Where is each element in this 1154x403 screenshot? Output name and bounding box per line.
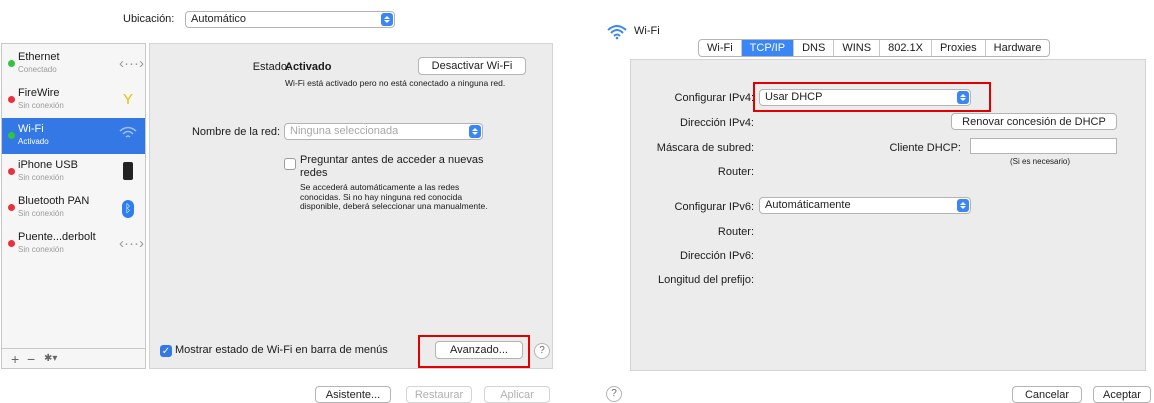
service-item-ethernet[interactable]: Ethernet Conectado ‹···› xyxy=(2,46,145,82)
show-status-label: Mostrar estado de Wi-Fi en barra de menú… xyxy=(175,344,388,356)
highlight-box-advanced xyxy=(418,335,530,368)
configure-ipv6-select[interactable]: Automáticamente xyxy=(759,197,971,214)
service-name: Bluetooth PAN xyxy=(18,195,90,207)
service-status: Sin conexión xyxy=(18,173,64,182)
popup-arrows-icon xyxy=(381,13,393,26)
service-status: Sin conexión xyxy=(18,245,64,254)
service-item-firewire[interactable]: FireWire Sin conexión Y xyxy=(2,82,145,118)
firewire-icon: Y xyxy=(122,91,133,108)
service-list-toolbar: + − ✱▾ xyxy=(1,348,146,369)
iphone-icon xyxy=(119,162,137,182)
dhcp-client-field[interactable] xyxy=(970,138,1117,154)
subnet-mask-label: Máscara de subred: xyxy=(656,142,754,154)
show-status-checkbox[interactable]: ✓ xyxy=(160,345,172,357)
service-name: Wi-Fi xyxy=(18,123,44,135)
status-dot xyxy=(8,60,15,67)
assistant-button[interactable]: Asistente... xyxy=(315,386,391,403)
ask-join-label: Preguntar antes de acceder a nuevas rede… xyxy=(300,154,484,179)
configure-ipv4-label: Configurar IPv4: xyxy=(674,92,754,104)
popup-arrows-icon xyxy=(957,199,969,212)
configure-ipv6-label: Configurar IPv6: xyxy=(674,201,754,213)
service-status: Sin conexión xyxy=(18,101,64,110)
router-label: Router: xyxy=(717,166,754,178)
prefix-length-label: Longitud del prefijo: xyxy=(657,274,754,286)
ipv6-address-label: Dirección IPv6: xyxy=(680,250,754,262)
tab-dns[interactable]: DNS xyxy=(794,40,835,56)
apply-button[interactable]: Aplicar xyxy=(484,386,550,403)
configure-ipv6-value: Automáticamente xyxy=(765,199,851,211)
status-description: Wi-Fi está activado pero no está conecta… xyxy=(285,78,506,88)
tab-hardware[interactable]: Hardware xyxy=(986,40,1050,56)
status-dot xyxy=(8,240,15,247)
tab-8021x[interactable]: 802.1X xyxy=(880,40,932,56)
tab-proxies[interactable]: Proxies xyxy=(932,40,986,56)
status-value: Activado xyxy=(285,61,332,73)
tab-bar: Wi-Fi TCP/IP DNS WINS 802.1X Proxies Har… xyxy=(698,39,1051,57)
location-label: Ubicación: xyxy=(123,13,175,25)
service-list: Ethernet Conectado ‹···› FireWire Sin co… xyxy=(1,43,146,369)
service-item-thunderbolt-bridge[interactable]: Puente...derbolt Sin conexión ‹···› xyxy=(2,226,145,262)
renew-dhcp-button[interactable]: Renovar concesión de DHCP xyxy=(951,113,1117,130)
status-dot xyxy=(8,132,15,139)
gear-menu-button[interactable]: ✱▾ xyxy=(44,351,57,367)
service-item-iphone-usb[interactable]: iPhone USB Sin conexión xyxy=(2,154,145,190)
ethernet-arrows-icon: ‹···› xyxy=(119,55,144,72)
add-service-button[interactable]: + xyxy=(11,351,19,367)
network-name-label: Nombre de la red: xyxy=(191,126,280,138)
tab-tcpip[interactable]: TCP/IP xyxy=(741,40,795,56)
status-dot xyxy=(8,204,15,211)
location-select[interactable]: Automático xyxy=(185,11,395,28)
status-dot xyxy=(8,96,15,103)
dhcp-client-label: Cliente DHCP: xyxy=(889,142,961,154)
service-item-wifi[interactable]: Wi-Fi Activado xyxy=(2,118,145,154)
wifi-icon xyxy=(607,24,627,43)
service-status: Sin conexión xyxy=(18,209,64,218)
revert-button[interactable]: Restaurar xyxy=(406,386,472,403)
help-button[interactable]: ? xyxy=(606,386,622,402)
service-status: Activado xyxy=(18,137,49,146)
network-name-value: Ninguna seleccionada xyxy=(290,125,399,137)
popup-arrows-icon xyxy=(469,125,481,138)
router6-label: Router: xyxy=(717,226,754,238)
tab-wins[interactable]: WINS xyxy=(834,40,881,56)
service-name: iPhone USB xyxy=(18,159,78,171)
ask-join-checkbox[interactable] xyxy=(284,158,296,170)
status-label: Estado: xyxy=(252,61,290,73)
window-title: Wi-Fi xyxy=(634,25,660,37)
ask-join-description: Se accederá automáticamente a las redes … xyxy=(300,182,488,211)
remove-service-button[interactable]: − xyxy=(27,351,35,367)
service-name: Ethernet xyxy=(18,51,60,63)
service-status: Conectado xyxy=(18,65,57,74)
dhcp-client-hint: (Si es necesario) xyxy=(1010,157,1071,166)
bluetooth-icon: ᛒ xyxy=(119,198,137,218)
status-dot xyxy=(8,168,15,175)
ipv4-address-label: Dirección IPv4: xyxy=(680,117,754,129)
highlight-box-ipv4 xyxy=(753,82,991,112)
network-name-select[interactable]: Ninguna seleccionada xyxy=(284,123,483,140)
wifi-icon xyxy=(119,126,137,146)
bridge-arrows-icon: ‹···› xyxy=(119,235,144,252)
tab-wifi[interactable]: Wi-Fi xyxy=(699,40,742,56)
cancel-button[interactable]: Cancelar xyxy=(1012,386,1082,403)
location-value: Automático xyxy=(191,13,247,25)
wifi-settings-panel: Estado: Activado Desactivar Wi-Fi Wi-Fi … xyxy=(149,43,553,369)
service-item-bluetooth-pan[interactable]: Bluetooth PAN Sin conexión ᛒ xyxy=(2,190,145,226)
help-button[interactable]: ? xyxy=(534,343,550,359)
service-name: Puente...derbolt xyxy=(18,231,96,243)
service-name: FireWire xyxy=(18,87,60,99)
turn-off-wifi-button[interactable]: Desactivar Wi-Fi xyxy=(418,57,526,75)
ok-button[interactable]: Aceptar xyxy=(1093,386,1151,403)
